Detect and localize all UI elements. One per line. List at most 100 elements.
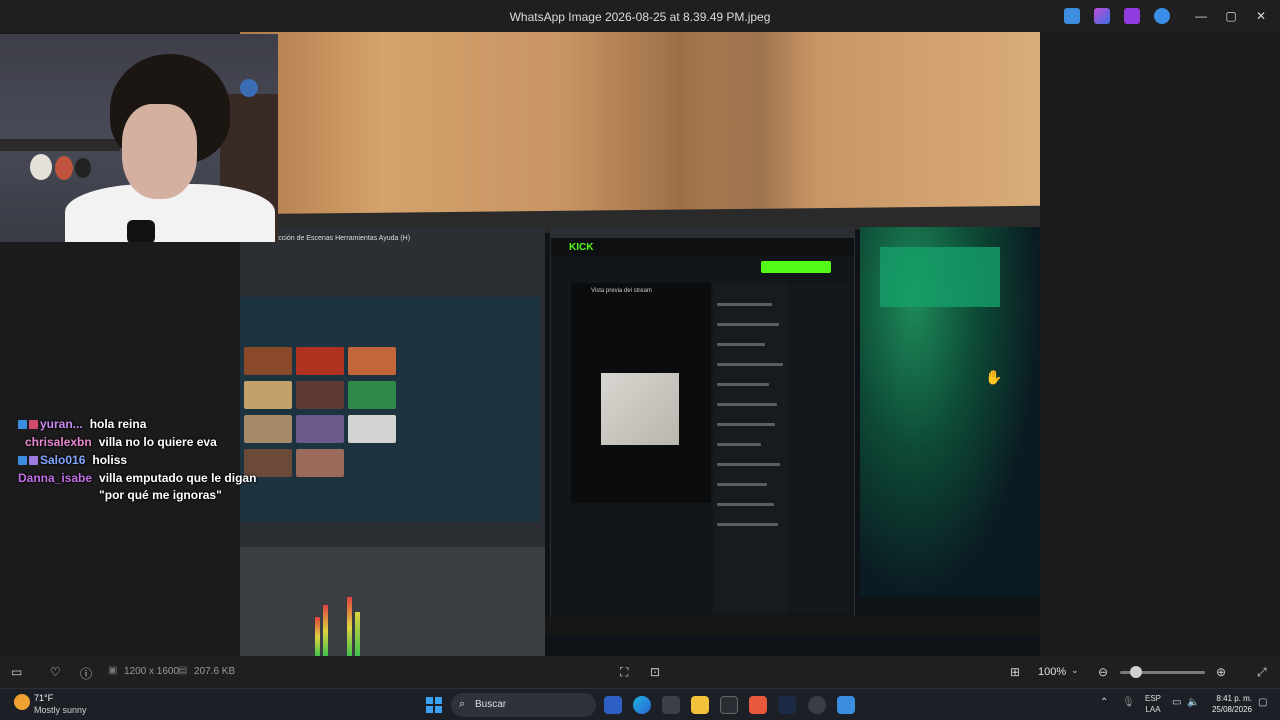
clipchamp-icon[interactable]: [1124, 8, 1140, 24]
info-icon[interactable]: ⓘ: [80, 665, 92, 682]
chevron-down-icon[interactable]: ⌄: [1071, 665, 1079, 676]
brave-icon[interactable]: [749, 696, 767, 714]
favorite-icon[interactable]: ♡: [50, 665, 61, 679]
store-icon[interactable]: [662, 696, 680, 714]
microphone: [127, 220, 155, 242]
file-explorer-icon[interactable]: [691, 696, 709, 714]
crop-icon[interactable]: ⛶: [620, 665, 628, 680]
chat-text: holiss: [92, 453, 128, 467]
thumbnail: [348, 347, 396, 375]
zoom-level[interactable]: 100%: [1038, 666, 1066, 678]
chat-line: [717, 403, 777, 406]
scan-text-icon[interactable]: ⊡: [650, 665, 660, 679]
image-canvas: Perfil Colección de Escenas Herramientas…: [0, 32, 1280, 656]
photos-icon[interactable]: [837, 696, 855, 714]
chat-username: Danna_isabe: [18, 471, 93, 485]
copilot-icon[interactable]: [1094, 8, 1110, 24]
chat-line: [717, 523, 778, 526]
album-cover: [601, 373, 679, 445]
search-icon: ⌕: [459, 698, 466, 710]
kick-info-column: [791, 283, 851, 613]
edge-icon[interactable]: [633, 696, 651, 714]
weather-sun-icon[interactable]: [14, 694, 30, 710]
fit-to-window-icon[interactable]: ⊞: [1010, 665, 1020, 679]
maximize-button[interactable]: ▢: [1216, 6, 1246, 26]
thumbnail: [296, 449, 344, 477]
game-green-panel: [880, 247, 1000, 307]
viewer-toolbar: ▭ ♡ ⓘ ▣ 1200 x 1600 ▤ 207.6 KB ⛶ ⊡ ⊞ 100…: [0, 656, 1280, 688]
kick-header: KICK: [551, 238, 854, 256]
weather-description[interactable]: Mostly sunny: [34, 705, 87, 715]
file-size-icon: ▤: [178, 665, 188, 676]
dimensions-icon: ▣: [108, 665, 118, 676]
chat-line: [717, 363, 783, 366]
full-screen-icon[interactable]: ⤢: [1257, 665, 1267, 680]
hand-cursor-icon: ✋: [985, 369, 1003, 385]
badge-icon: [29, 420, 38, 429]
obs-icon[interactable]: [720, 696, 738, 714]
kick-preview-title: Vista previa del stream: [591, 288, 652, 294]
search-placeholder: Buscar: [475, 699, 507, 710]
clock[interactable]: 8:41 p. m. 25/08/2026: [1208, 693, 1252, 715]
taskbar-app-icon[interactable]: [604, 696, 622, 714]
microphone-icon[interactable]: 🎙: [1122, 697, 1135, 708]
thumbnail: [244, 347, 292, 375]
webcam-globe: [240, 79, 258, 97]
language-indicator[interactable]: ESP LAA: [1145, 693, 1161, 715]
chat-username: chrisalexbn: [25, 435, 92, 449]
thumbnail: [244, 381, 292, 409]
photo-obs-screen: Perfil Colección de Escenas Herramientas…: [240, 227, 545, 656]
audio-meter: [315, 617, 320, 656]
webcam-person-face: [122, 104, 197, 199]
webcam-plush: [75, 158, 91, 178]
audio-meter: [347, 597, 352, 656]
minimize-button[interactable]: —: [1186, 6, 1216, 26]
obs-audio-mixer: [240, 547, 545, 656]
steam-icon[interactable]: [778, 696, 796, 714]
photo-kick-screen: KICK Vista previa del stream: [550, 227, 855, 622]
filmstrip-icon[interactable]: ▭: [11, 665, 22, 679]
thumbnail: [348, 381, 396, 409]
close-button[interactable]: ✕: [1246, 6, 1276, 26]
chat-username: yuran...: [40, 417, 83, 431]
kick-chat-column: [713, 283, 788, 613]
volume-icon[interactable]: 🔈: [1187, 697, 1199, 708]
webcam-shelf: [0, 139, 120, 151]
windows-logo-pane: [426, 706, 433, 713]
chat-line: [717, 343, 765, 346]
file-size: 207.6 KB: [194, 666, 236, 677]
chat-message: Salo016 holiss: [18, 452, 278, 469]
chat-text: villa no lo quiere eva: [98, 435, 217, 449]
chat-text: villa emputado que le digan "por qué me …: [99, 471, 257, 502]
chat-text: hola reina: [89, 417, 147, 431]
zoom-out-icon[interactable]: ⊖: [1098, 665, 1108, 679]
chat-username: Salo016: [40, 453, 86, 467]
badge-icon: [18, 420, 27, 429]
edit-image-icon[interactable]: [1064, 8, 1080, 24]
webcam-overlay: [0, 34, 278, 242]
taskbar: 71°F Mostly sunny ⌕ Buscar ⌃ 🎙 ESP LAA ▭…: [0, 688, 1280, 720]
taskbar-app-icon[interactable]: [808, 696, 826, 714]
audio-meter: [323, 605, 328, 656]
obs-menu: Perfil Colección de Escenas Herramientas…: [246, 235, 411, 242]
zoom-in-icon[interactable]: ⊕: [1216, 665, 1226, 679]
thumbnail: [296, 415, 344, 443]
windows-logo-pane: [435, 697, 442, 704]
taskbar-search[interactable]: ⌕ Buscar: [451, 693, 596, 717]
weather-temperature[interactable]: 71°F: [34, 693, 53, 703]
notification-icon[interactable]: ▢: [1258, 697, 1267, 708]
clock-date: 25/08/2026: [1211, 705, 1252, 714]
title-actions: [1064, 8, 1170, 24]
zoom-slider-thumb[interactable]: [1130, 666, 1142, 678]
tray-overflow-icon[interactable]: ⌃: [1100, 697, 1108, 708]
chat-line: [717, 483, 767, 486]
windows-logo-pane: [435, 706, 442, 713]
webcam-plush: [55, 156, 73, 180]
onedrive-icon[interactable]: [1154, 8, 1170, 24]
thumbnail: [348, 415, 396, 443]
image-dimensions: 1200 x 1600: [124, 666, 180, 677]
start-button[interactable]: [426, 697, 442, 713]
chat-line: [717, 503, 774, 506]
network-icon[interactable]: ▭: [1172, 697, 1181, 708]
monitor-bezel: [545, 617, 1040, 635]
